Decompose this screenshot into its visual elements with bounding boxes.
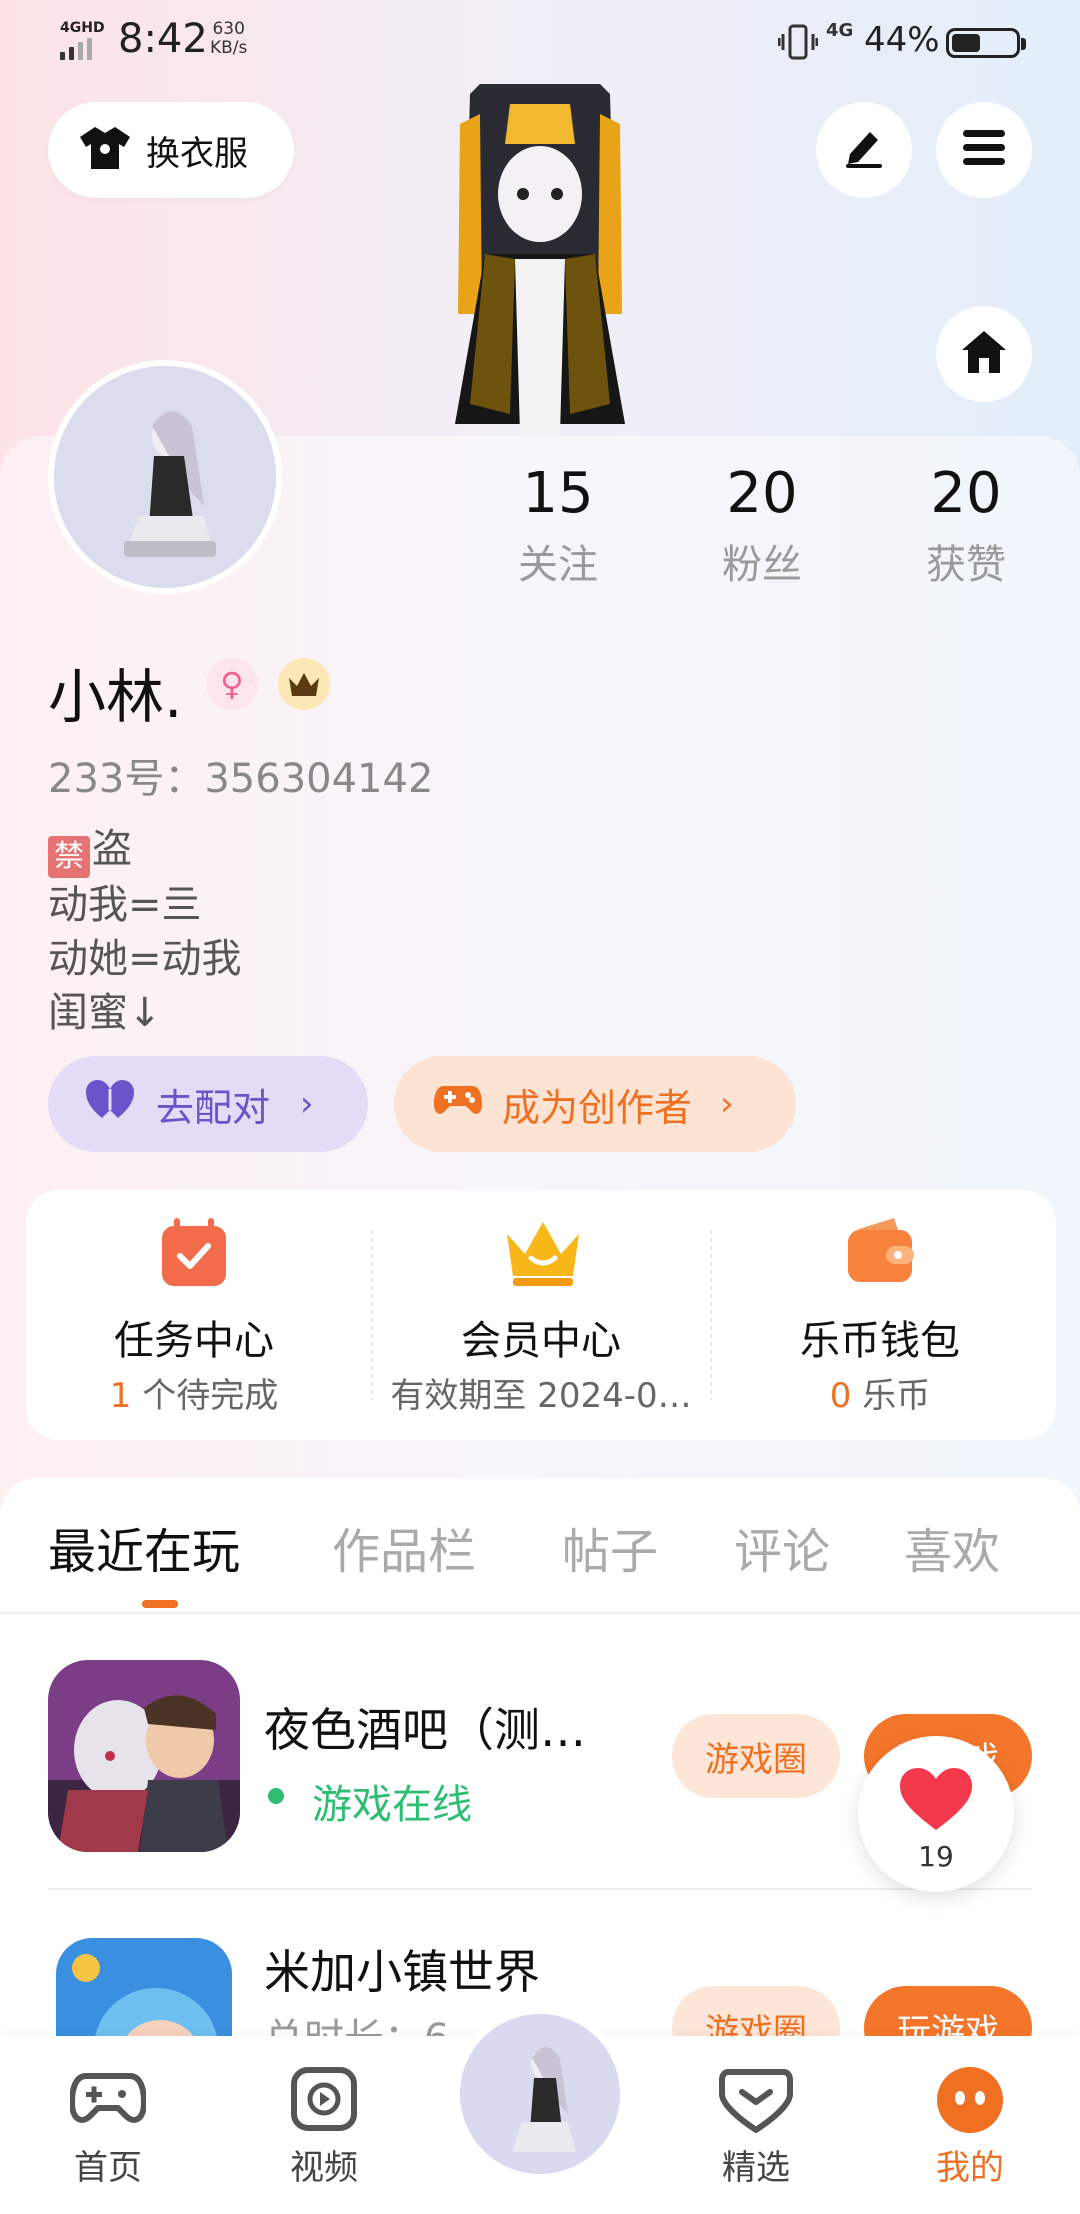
- stat-following[interactable]: 15 关注: [478, 462, 638, 590]
- task-center-title: 任务中心: [114, 1318, 274, 1364]
- female-icon: ♀: [206, 658, 258, 710]
- wallet-sub: 0 乐币: [829, 1376, 931, 1416]
- tab-likes[interactable]: 喜欢: [904, 1512, 1000, 1582]
- gamepad-icon: [69, 2064, 147, 2134]
- gamepad-icon: [434, 1082, 482, 1127]
- tab-posts[interactable]: 帖子: [562, 1512, 658, 1582]
- user-id[interactable]: 233号：356304142: [48, 746, 433, 804]
- menu-icon: [961, 128, 1007, 172]
- stat-likes[interactable]: 20 获赞: [886, 462, 1046, 590]
- wallet-title: 乐币钱包: [800, 1318, 960, 1364]
- heart-icon: [900, 1768, 972, 1830]
- change-outfit-label: 换衣服: [146, 133, 248, 174]
- like-count: 19: [918, 1840, 954, 1873]
- game-online-status: 游戏在线: [312, 1782, 472, 1828]
- stat-following-value: 15: [522, 461, 594, 526]
- nickname: 小林.: [48, 663, 183, 731]
- tabs-divider: [0, 1612, 1080, 1614]
- game-circle-button[interactable]: 游戏圈: [672, 1714, 840, 1798]
- change-outfit-button[interactable]: 换衣服: [48, 102, 294, 198]
- online-status-dot: [268, 1788, 284, 1804]
- network-speed: 630 KB/s: [210, 19, 248, 58]
- calendar-check-icon: [156, 1214, 232, 1290]
- stat-followers-label: 粉丝: [722, 542, 802, 588]
- edit-profile-button[interactable]: [816, 102, 912, 198]
- video-play-icon: [286, 2064, 362, 2134]
- home-icon: [959, 328, 1009, 380]
- stat-likes-label: 获赞: [926, 542, 1006, 588]
- game-title[interactable]: 米加小镇世界: [264, 1936, 540, 2002]
- tab-works[interactable]: 作品栏: [332, 1512, 476, 1582]
- nav-avatar-button[interactable]: [452, 2006, 628, 2182]
- bio: 禁盗 动我=亖 动她=动我 闺蜜↓: [48, 826, 242, 1036]
- task-center-sub: 1 个待完成: [109, 1376, 279, 1416]
- mobile-data-indicator: 4G: [826, 20, 854, 41]
- nav-me[interactable]: 我的: [900, 2064, 1040, 2189]
- pen-icon: [840, 124, 888, 176]
- chevron-right-icon: ›: [720, 1084, 734, 1124]
- avatar[interactable]: [48, 360, 282, 594]
- become-creator-button[interactable]: 成为创作者 ›: [394, 1056, 796, 1152]
- become-creator-label: 成为创作者: [502, 1085, 693, 1130]
- stat-likes-value: 20: [930, 461, 1002, 526]
- vip-center-title: 会员中心: [461, 1318, 621, 1364]
- go-pair-button[interactable]: 去配对 ›: [48, 1056, 368, 1152]
- battery-percent: 44%: [864, 20, 940, 60]
- wallet-button[interactable]: 乐币钱包 0 乐币: [712, 1190, 1048, 1440]
- task-center-button[interactable]: 任务中心 1 个待完成: [26, 1190, 362, 1440]
- tab-active-indicator: [142, 1600, 178, 1608]
- battery-icon: [946, 28, 1026, 58]
- crown-icon: [503, 1214, 579, 1290]
- tab-recently-played[interactable]: 最近在玩: [48, 1512, 240, 1582]
- shirt-icon: [78, 125, 132, 175]
- network-type: 4GHD: [60, 20, 105, 36]
- nav-video[interactable]: 视频: [254, 2064, 394, 2189]
- status-bar: 4GHD 8:42 630 KB/s 4G 44%: [0, 0, 1080, 90]
- avatar-character-image[interactable]: [410, 84, 670, 438]
- profile-face-icon: [932, 2064, 1008, 2134]
- nav-featured-label: 精选: [722, 2148, 790, 2188]
- go-pair-label: 去配对: [156, 1085, 271, 1130]
- game-icon[interactable]: [48, 1660, 240, 1852]
- game-title[interactable]: 夜色酒吧（测…: [264, 1694, 586, 1760]
- stat-following-label: 关注: [518, 542, 598, 588]
- nav-me-label: 我的: [936, 2148, 1004, 2188]
- vip-center-sub: 有效期至 2024-0…: [390, 1376, 692, 1416]
- tab-comments[interactable]: 评论: [734, 1512, 830, 1582]
- ban-emoji: 禁: [48, 836, 90, 878]
- nav-home-label: 首页: [74, 2148, 142, 2188]
- vip-center-button[interactable]: 会员中心 有效期至 2024-0…: [373, 1190, 709, 1440]
- home-space-button[interactable]: [936, 306, 1032, 402]
- vip-crown-icon[interactable]: [278, 658, 330, 710]
- floating-like-button[interactable]: 19: [858, 1736, 1014, 1892]
- vibrate-icon: [777, 24, 819, 60]
- nav-featured[interactable]: 精选: [686, 2064, 826, 2189]
- heart-pair-icon: [86, 1079, 134, 1129]
- chevron-right-icon: ›: [300, 1084, 314, 1124]
- nav-home[interactable]: 首页: [38, 2064, 178, 2189]
- stat-followers-value: 20: [726, 461, 798, 526]
- clock: 8:42: [118, 16, 208, 62]
- stat-followers[interactable]: 20 粉丝: [682, 462, 842, 590]
- heart-chat-icon: [718, 2064, 794, 2134]
- nav-video-label: 视频: [290, 2148, 358, 2188]
- row-divider: [48, 1888, 1032, 1890]
- menu-button[interactable]: [936, 102, 1032, 198]
- services-card: 任务中心 1 个待完成 会员中心 有效期至 2024-0… 乐币钱包 0 乐币: [26, 1190, 1056, 1440]
- wallet-icon: [842, 1214, 918, 1290]
- signal-icon: 4GHD: [58, 20, 108, 60]
